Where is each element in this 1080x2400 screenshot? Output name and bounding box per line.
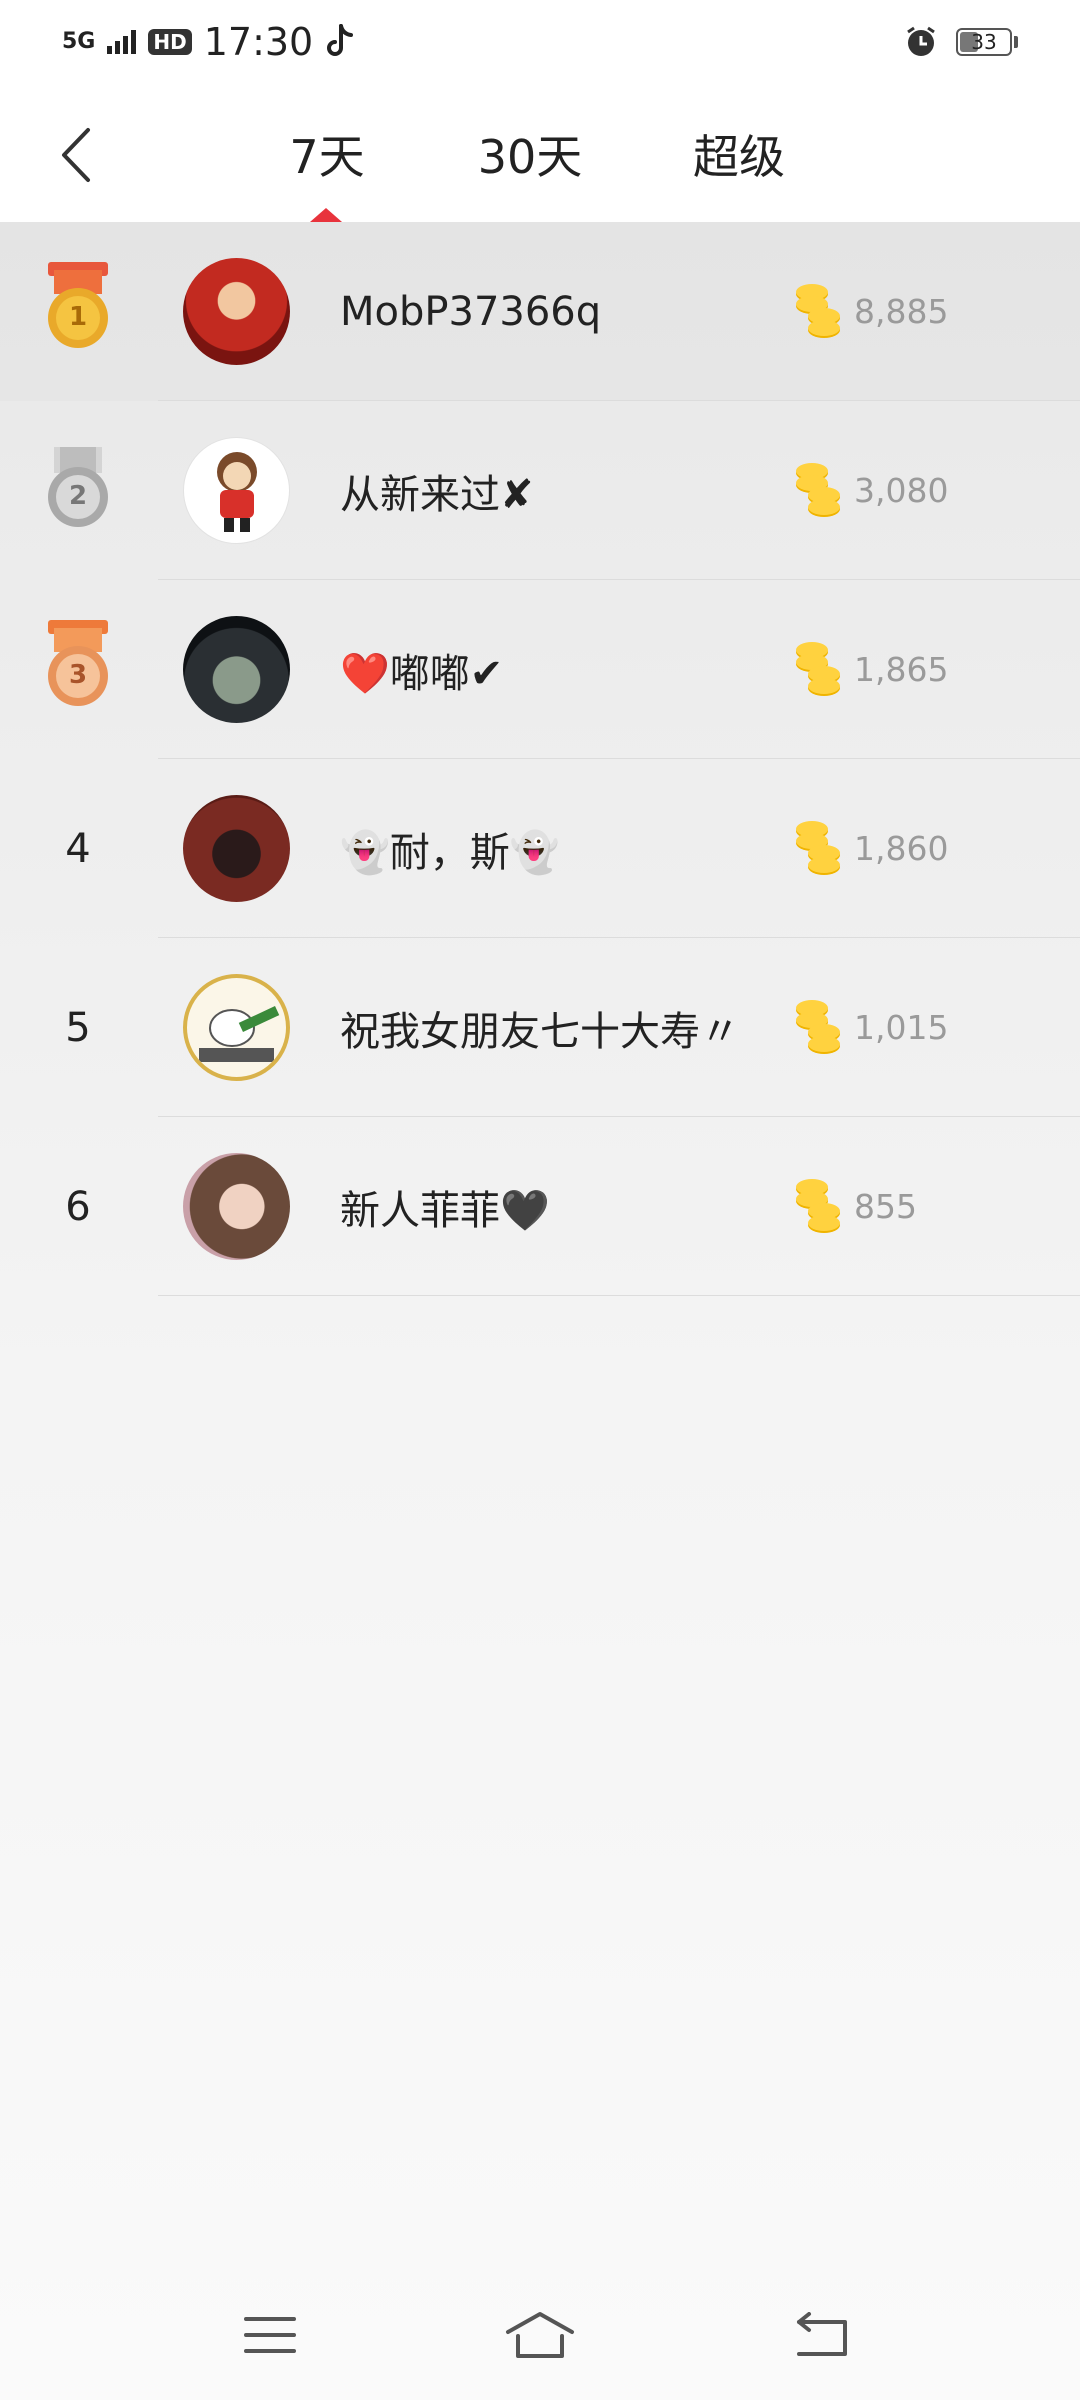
home-icon [506, 2312, 574, 2358]
rank-number: 6 [65, 1183, 91, 1230]
coin-stack-icon [796, 1179, 840, 1233]
back-icon [797, 2312, 847, 2356]
coin-count: 8,885 [854, 292, 949, 331]
coin-count: 3,080 [854, 471, 949, 510]
rank-number: 5 [65, 1004, 91, 1051]
username: 从新来过✘ [340, 471, 534, 518]
nav-home-button[interactable] [500, 2305, 580, 2365]
coin-stack-icon [796, 821, 840, 875]
ranking-row[interactable]: 5 祝我女朋友七十大寿〃 1,015 [0, 938, 1080, 1117]
avatar[interactable] [183, 1153, 290, 1260]
ranking-list: 1 MobP37366q 8,885 2 从新来过✘ 3,080 3 ❤️嘟嘟✔… [0, 222, 1080, 1296]
username: MobP37366q [340, 288, 602, 335]
menu-icon [244, 2317, 296, 2353]
status-time: 17:30 [203, 20, 314, 64]
avatar[interactable] [183, 437, 290, 544]
coin-stack-icon [796, 1000, 840, 1054]
battery-level: 33 [971, 30, 997, 54]
avatar[interactable] [183, 795, 290, 902]
username: 新人菲菲🖤 [340, 1187, 550, 1234]
ranking-row[interactable]: 2 从新来过✘ 3,080 [0, 401, 1080, 580]
status-bar: 5G HD 17:30 33 [0, 0, 1080, 80]
battery-indicator: 33 [956, 28, 1018, 56]
username: 祝我女朋友七十大寿〃 [340, 1008, 740, 1055]
ranking-row[interactable]: 4 👻耐，斯👻 1,860 [0, 759, 1080, 938]
coin-count: 855 [854, 1187, 917, 1226]
nav-back-button[interactable] [782, 2305, 862, 2365]
period-tabs: 7天 30天 超级 [0, 80, 1080, 222]
system-nav-bar [0, 2280, 1080, 2390]
medal-rank-label: 2 [68, 481, 88, 511]
coin-count: 1,865 [854, 650, 949, 689]
medal-rank-label: 3 [68, 660, 88, 690]
coin-count: 1,015 [854, 1008, 949, 1047]
signal-icon [107, 30, 137, 54]
tab-7-days[interactable]: 7天 [270, 124, 384, 190]
ranking-row[interactable]: 6 新人菲菲🖤 855 [0, 1117, 1080, 1296]
tab-super[interactable]: 超级 [684, 124, 794, 190]
alarm-icon [907, 26, 935, 56]
hd-badge: HD [148, 29, 192, 55]
avatar[interactable] [183, 616, 290, 723]
username: 👻耐，斯👻 [340, 829, 560, 876]
medal-rank-label: 1 [68, 302, 88, 332]
network-type: 5G [62, 29, 96, 54]
nav-menu-button[interactable] [230, 2305, 310, 2365]
avatar[interactable] [183, 974, 290, 1081]
coin-count: 1,860 [854, 829, 949, 868]
header: 7天 30天 超级 [0, 80, 1080, 222]
status-left: 5G HD 17:30 [62, 18, 355, 66]
tab-30-days[interactable]: 30天 [470, 124, 590, 190]
rank-number: 4 [65, 825, 91, 872]
coin-stack-icon [796, 642, 840, 696]
tiktok-icon [327, 24, 354, 56]
username: ❤️嘟嘟✔ [340, 650, 504, 697]
ranking-row[interactable]: 3 ❤️嘟嘟✔ 1,865 [0, 580, 1080, 759]
tab-indicator [310, 208, 342, 222]
coin-stack-icon [796, 284, 840, 338]
avatar[interactable] [183, 258, 290, 365]
status-right: 33 [904, 22, 1018, 62]
row-divider [158, 1295, 1080, 1296]
battery-icon: 33 [956, 28, 1012, 56]
coin-stack-icon [796, 463, 840, 517]
ranking-row[interactable]: 1 MobP37366q 8,885 [0, 222, 1080, 401]
